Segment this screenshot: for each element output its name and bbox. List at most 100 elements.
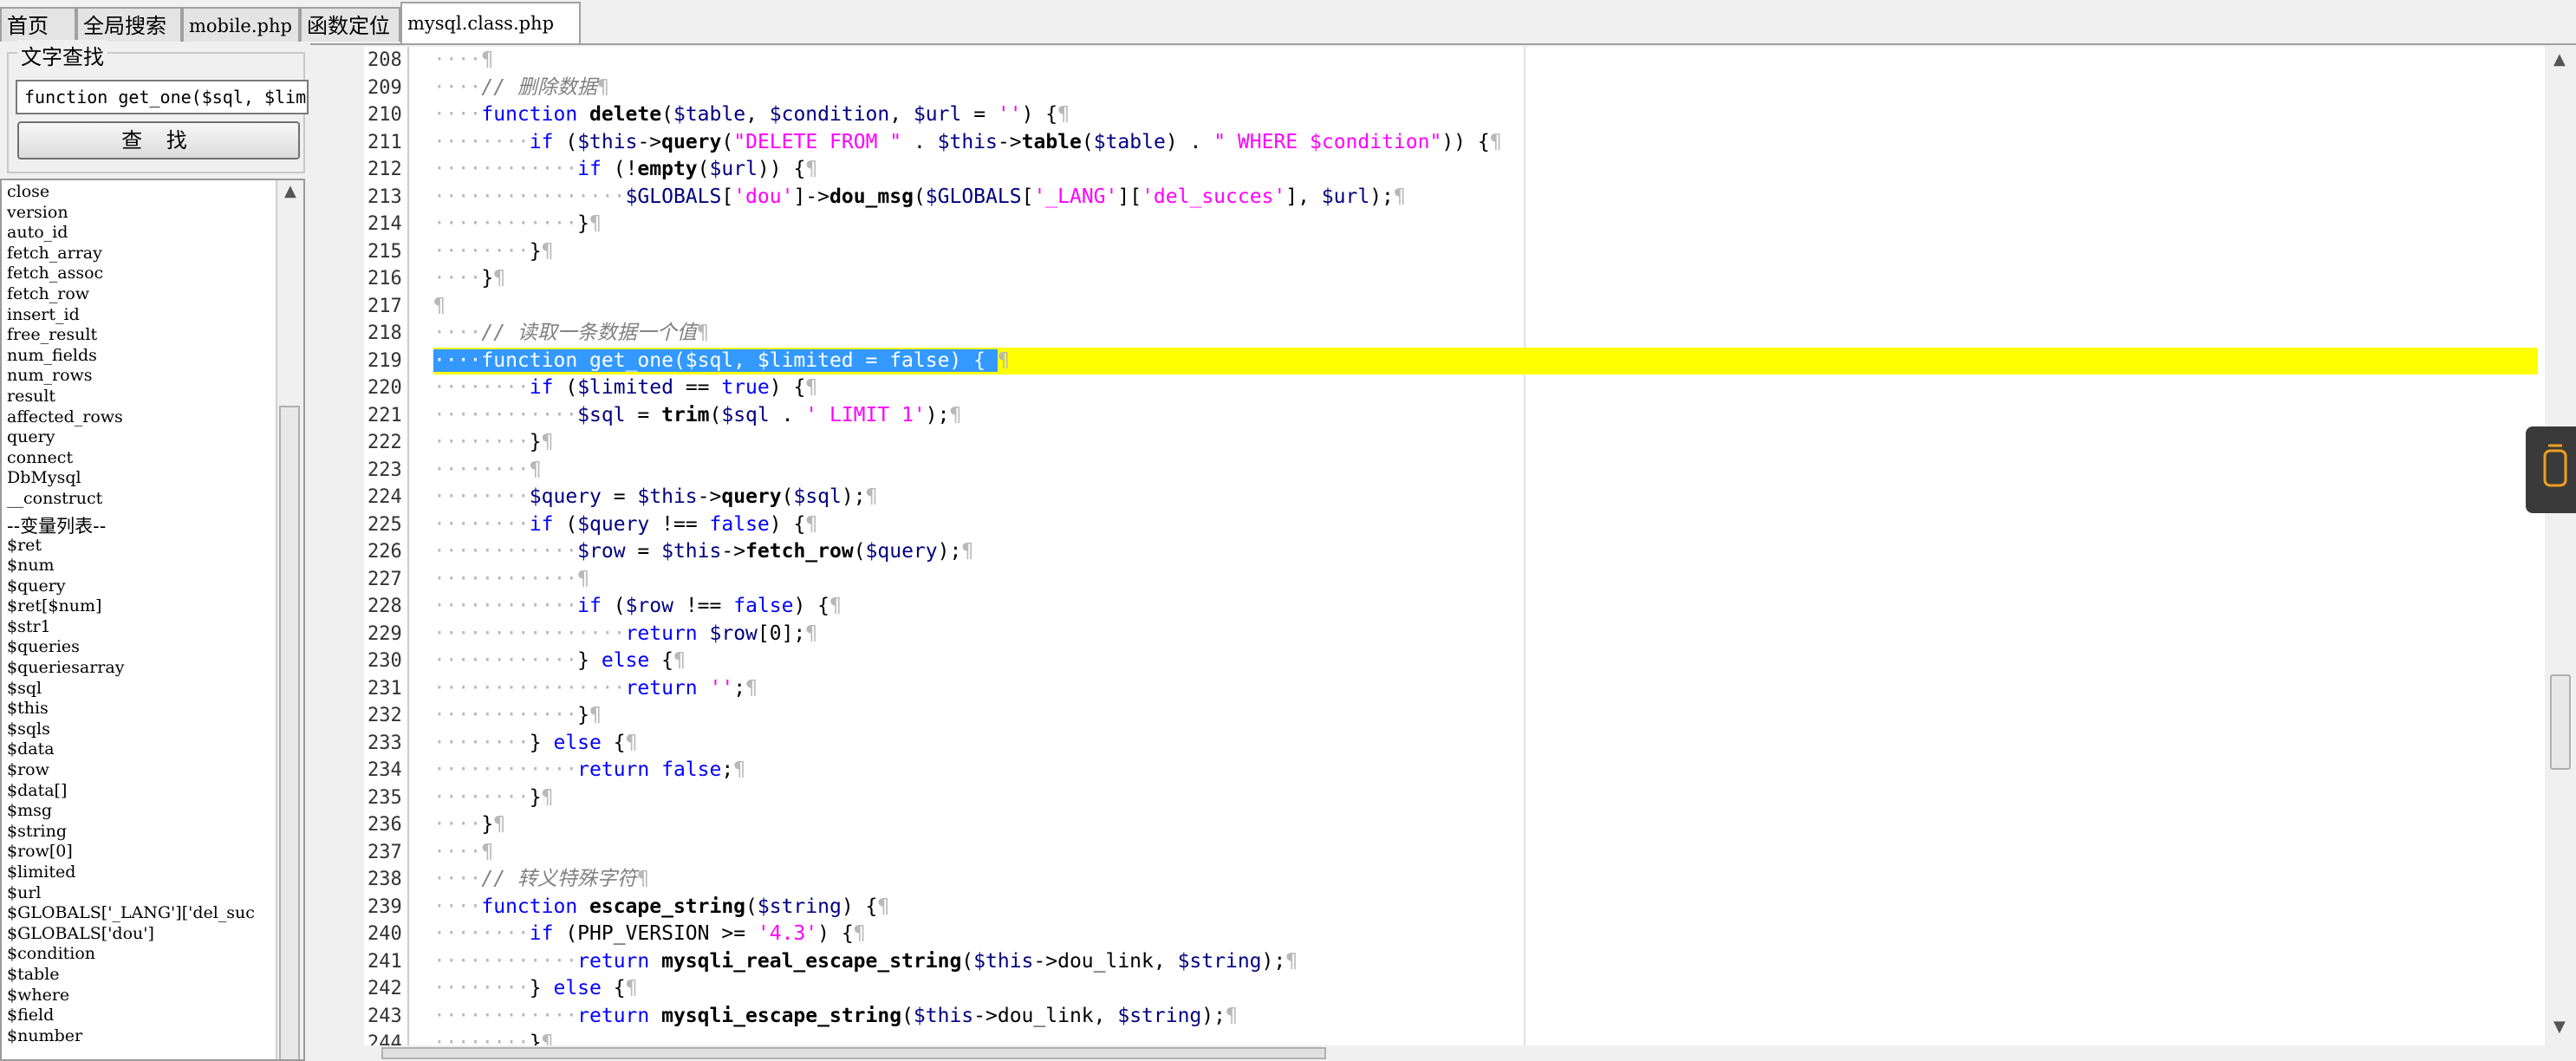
function-list-item[interactable]: fetch_assoc	[2, 264, 303, 284]
variable-list-item[interactable]: $data[]	[2, 781, 303, 802]
variable-list-item[interactable]: $sql	[2, 679, 303, 700]
code-line[interactable]: ············if (!empty($url)) {¶	[433, 156, 817, 184]
find-button[interactable]: 查 找	[17, 121, 300, 159]
editor-vertical-scrollbar[interactable]: ▲ ▼	[2545, 47, 2576, 1045]
function-list-item[interactable]: fetch_row	[2, 284, 303, 305]
code-line[interactable]: ····¶	[433, 47, 493, 75]
code-line[interactable]: ········$query = $this->query($sql);¶	[433, 484, 877, 511]
variable-list-item[interactable]: $ret[$num]	[2, 596, 303, 617]
scroll-up-arrow[interactable]: ▲	[2553, 50, 2566, 68]
function-list-item[interactable]: free_result	[2, 325, 303, 346]
code-line[interactable]: ············}¶	[433, 702, 602, 730]
code-token: (	[661, 103, 673, 126]
code-line[interactable]: ············return mysqli_escape_string(…	[433, 1003, 1238, 1031]
code-editor[interactable]: 208 209 210 211 212 213 214 215 216 217 218 219 220 2…	[364, 47, 2576, 1054]
function-list-item[interactable]: DbMysql	[2, 468, 303, 489]
code-line[interactable]: ········}¶	[433, 238, 554, 266]
code-line[interactable]: ············}¶	[433, 211, 602, 238]
variable-list-item[interactable]: $ret	[2, 536, 303, 557]
variable-list-item[interactable]: $queriesarray	[2, 658, 303, 679]
variable-list-item[interactable]: $msg	[2, 801, 303, 822]
variable-list-item[interactable]: $condition	[2, 944, 303, 965]
code-line[interactable]: ····// 转义特殊字符¶	[433, 866, 649, 894]
code-line[interactable]: ········} else {¶	[433, 730, 637, 758]
code-line[interactable]: ············} else {¶	[433, 648, 686, 675]
code-line[interactable]: ················$GLOBALS['dou']->dou_msg…	[433, 184, 1406, 212]
function-list-item[interactable]: connect	[2, 448, 303, 469]
variable-list-item[interactable]: $table	[2, 965, 303, 986]
function-list-item[interactable]: close	[2, 182, 303, 203]
side-float-button[interactable]	[2526, 426, 2576, 513]
function-list-item[interactable]: insert_id	[2, 305, 303, 326]
function-list-item[interactable]: version	[2, 203, 303, 224]
editor-horizontal-scrollbar[interactable]	[364, 1045, 2545, 1061]
variable-list-item[interactable]: $string	[2, 822, 303, 843]
horizontal-scroll-thumb[interactable]	[381, 1047, 1326, 1059]
function-list-item[interactable]: num_rows	[2, 366, 303, 387]
variable-list-item[interactable]: $str1	[2, 617, 303, 638]
editor-scroll-thumb[interactable]	[2550, 674, 2571, 770]
variable-list-item[interactable]: $GLOBALS['dou']	[2, 924, 303, 945]
variable-list-item[interactable]: $limited	[2, 862, 303, 883]
code-line[interactable]: ············¶	[433, 566, 589, 594]
tab-function-locate[interactable]: 函数定位	[300, 7, 400, 42]
code-token: $row	[625, 595, 673, 617]
variable-list-item[interactable]: $GLOBALS['_LANG']['del_suc	[2, 903, 303, 924]
variable-list-item[interactable]: $row	[2, 760, 303, 781]
function-list[interactable]: close version auto_id fetch_array fetch_asso…	[0, 179, 305, 1061]
function-list-item[interactable]: __construct	[2, 489, 303, 510]
code-line[interactable]: ¶	[433, 293, 446, 321]
code-line[interactable]: ········}¶	[433, 429, 554, 457]
function-list-item[interactable]: fetch_array	[2, 244, 303, 264]
tab-global-search[interactable]: 全局搜索	[76, 7, 182, 42]
list-scroll-thumb[interactable]	[279, 406, 300, 1059]
code-line[interactable]: ············return false;¶	[433, 757, 745, 784]
code-line[interactable]: ····}¶	[433, 265, 505, 293]
variable-list-item[interactable]: $field	[2, 1006, 303, 1026]
code-line[interactable]: ················return '';¶	[433, 675, 758, 703]
tab-home[interactable]: 首页	[0, 7, 76, 42]
code-line[interactable]: ····// 读取一条数据一个值¶	[433, 320, 709, 348]
function-list-item[interactable]: auto_id	[2, 223, 303, 244]
selected-text[interactable]: ····function get_one($sql, $limited = fa…	[433, 348, 998, 372]
code-line[interactable]: ········if ($limited == true) {¶	[433, 374, 817, 402]
code-line[interactable]: ············if ($row !== false) {¶	[433, 593, 842, 621]
variable-list-item[interactable]: $queries	[2, 637, 303, 658]
function-list-item[interactable]: affected_rows	[2, 407, 303, 428]
variable-list-item[interactable]: $where	[2, 986, 303, 1006]
tab-mobile-php[interactable]: mobile.php	[182, 7, 300, 42]
variable-list-item[interactable]: $data	[2, 739, 303, 760]
code-line[interactable]: ················return $row[0];¶	[433, 621, 817, 648]
variable-list-item[interactable]: $query	[2, 576, 303, 597]
code-line[interactable]: ········if ($this->query("DELETE FROM " …	[433, 129, 1502, 157]
code-line[interactable]: ····function escape_string($string) {¶	[433, 894, 889, 921]
function-list-item[interactable]: result	[2, 387, 303, 407]
code-line[interactable]: ····// 删除数据¶	[433, 75, 609, 102]
function-list-item[interactable]: query	[2, 427, 303, 448]
find-input[interactable]: function get_one($sql, $limi	[16, 80, 309, 114]
code-line[interactable]: ············return mysqli_real_escape_st…	[433, 948, 1298, 976]
code-line[interactable]: ········if (PHP_VERSION >= '4.3') {¶	[433, 921, 866, 948]
variable-list-item[interactable]: $number	[2, 1026, 303, 1047]
code-line[interactable]: ········¶	[433, 457, 542, 485]
list-scrollbar[interactable]: ▲	[276, 180, 303, 1059]
code-line[interactable]: ····}¶	[433, 811, 505, 839]
code-line[interactable]: ············$sql = trim($sql . ' LIMIT 1…	[433, 402, 961, 430]
variable-list-item[interactable]: $this	[2, 699, 303, 719]
code-line[interactable]: ········}¶	[433, 784, 554, 812]
code-line[interactable]: ····function get_one($sql, $limited = fa…	[433, 348, 1010, 375]
variable-list-item[interactable]: $num	[2, 556, 303, 576]
code-line[interactable]: ········} else {¶	[433, 975, 637, 1003]
scroll-down-arrow[interactable]: ▼	[2553, 1018, 2566, 1036]
code-line[interactable]: ············$row = $this->fetch_row($que…	[433, 538, 973, 566]
variable-list-item[interactable]: $sqls	[2, 719, 303, 740]
code-line[interactable]: ····function delete($table, $condition, …	[433, 101, 1070, 129]
variable-list-item[interactable]: $row[0]	[2, 842, 303, 862]
line-number: 240	[368, 923, 402, 945]
function-list-item[interactable]: num_fields	[2, 346, 303, 367]
tab-mysql-class-php[interactable]: mysql.class.php	[400, 2, 581, 43]
scroll-up-arrow[interactable]: ▲	[284, 182, 296, 200]
variable-list-item[interactable]: $url	[2, 883, 303, 904]
code-line[interactable]: ····¶	[433, 839, 493, 867]
code-line[interactable]: ········if ($query !== false) {¶	[433, 511, 817, 539]
